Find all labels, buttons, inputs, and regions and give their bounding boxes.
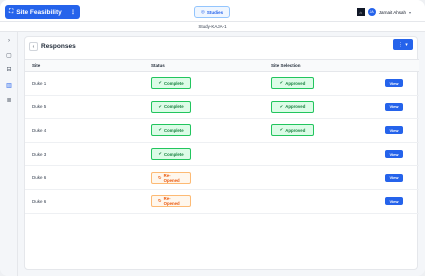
status-badge: ↻ Re-Opened [151,171,191,184]
check-icon: ✔ [279,127,284,133]
reopen-icon: ↻ [158,198,162,204]
back-button[interactable]: ‹ [29,42,38,51]
site-feasibility-button[interactable]: ⛶ Site Feasibility ⋮ [5,5,80,19]
studies-label: Studies [206,9,224,15]
status-badge: ✔ Complete [151,100,191,113]
status-cell: ✔ Complete [144,95,264,120]
status-cell: ✔ Complete [144,142,264,167]
selection-badge: ✔ Approved [271,100,314,113]
user-menu[interactable]: ⌂ JA Jarnait Ahsah ▾ [356,6,411,18]
site-selection-cell [264,189,378,214]
responses-panel: ‹ Responses ⋮ ▾ Site Status Site Selecti… [24,36,419,270]
site-name: Duke 6 [25,189,144,214]
table-row: Duke 1 ✔ Complete ✔ Approved View [25,71,419,96]
site-selection-cell [264,165,378,190]
actions-menu-button[interactable]: ⋮ ▾ [393,39,413,50]
status-badge: ✔ Complete [151,148,191,161]
page-title: Responses [41,43,76,50]
table-row: Duke 5 ✔ Complete ✔ Approved View [25,95,419,120]
sidebar-expand-icon[interactable]: › [4,36,14,46]
check-icon: ✔ [279,80,284,86]
status-label: Re-Opened [163,196,180,207]
status-label: Re-Opened [163,172,180,183]
selection-badge: ✔ Approved [271,77,314,90]
actions-cell: View [378,165,419,190]
table-row: Duke 6 ↻ Re-Opened View [25,165,419,190]
view-button[interactable]: View [385,150,403,159]
brand-label: Site Feasibility [16,8,62,16]
studies-button[interactable]: ◎ Studies [194,6,230,18]
site-selection-cell [264,142,378,167]
org-logo-icon: ⌂ [356,8,365,16]
status-label: Complete [164,151,184,157]
view-button[interactable]: View [385,173,403,182]
table-row: Duke 4 ✔ Complete ✔ Approved View [25,118,419,143]
app-window: ⛶ Site Feasibility ⋮ ◎ Studies ⌂ JA Jarn… [0,0,425,276]
responses-table: Site Status Site Selection Duke 1 ✔ Comple… [25,59,419,214]
site-selection-cell: ✔ Approved [264,118,378,143]
check-icon: ✔ [279,103,284,109]
view-button[interactable]: View [385,102,403,111]
status-label: Complete [164,127,184,133]
avatar: JA [367,8,376,16]
check-icon: ✔ [158,80,163,86]
user-name: Jarnait Ahsah [378,9,406,15]
more-vertical-icon: ⋮ [398,41,404,48]
actions-cell: View [378,189,419,214]
check-icon: ✔ [158,127,163,133]
actions-cell: View [378,118,419,143]
status-label: Complete [164,80,184,86]
sidebar-item-documents-icon[interactable]: ▢ [4,50,14,60]
selection-label: Approved [285,80,306,86]
sidebar-item-analytics-icon[interactable]: ▥ [4,80,14,90]
actions-cell: View [378,95,419,120]
panel-header: ‹ Responses ⋮ ▾ [25,37,417,57]
check-icon: ✔ [158,151,163,157]
site-selection-cell: ✔ Approved [264,71,378,96]
sidebar-item-reports-icon[interactable]: ≣ [4,95,14,105]
status-label: Complete [164,104,184,110]
table-header-row: Site Status Site Selection [25,59,419,72]
site-name: Duke 4 [25,118,144,143]
selection-label: Approved [285,127,306,133]
view-button[interactable]: View [385,126,403,135]
status-badge: ✔ Complete [151,77,191,90]
status-cell: ✔ Complete [144,71,264,96]
check-icon: ✔ [158,103,163,109]
chevron-down-icon: ▾ [408,9,411,15]
studies-icon: ◎ [200,9,205,14]
site-name: Duke 3 [25,142,144,167]
status-cell: ↻ Re-Opened [144,165,264,190]
reopen-icon: ↻ [158,174,162,180]
column-header-site[interactable]: Site [25,59,144,72]
view-button[interactable]: View [385,79,403,88]
selection-badge: ✔ Approved [271,124,314,137]
study-label: Study-KAJA-1 [0,22,425,32]
column-header-status[interactable]: Status [144,59,264,72]
site-name: Duke 5 [25,95,144,120]
app-logo-icon: ⛶ [9,8,14,15]
actions-cell: View [378,142,419,167]
status-cell: ↻ Re-Opened [144,189,264,214]
status-badge: ✔ Complete [151,124,191,137]
chevron-down-icon: ▾ [405,41,408,48]
actions-cell: View [378,71,419,96]
site-selection-cell: ✔ Approved [264,95,378,120]
top-bar: ⛶ Site Feasibility ⋮ ◎ Studies ⌂ JA Jarn… [0,0,425,22]
table-row: Duke 3 ✔ Complete View [25,142,419,167]
sidebar: › ▢ ⊟ ▥ ≣ [0,32,18,276]
status-cell: ✔ Complete [144,118,264,143]
table-row: Duke 6 ↻ Re-Opened View [25,189,419,214]
more-vertical-icon: ⋮ [70,9,76,16]
sidebar-item-inbox-icon[interactable]: ⊟ [4,64,14,74]
view-button[interactable]: View [385,197,403,206]
site-name: Duke 6 [25,165,144,190]
site-name: Duke 1 [25,71,144,96]
selection-label: Approved [285,104,306,110]
status-badge: ↻ Re-Opened [151,195,191,208]
column-header-site-selection[interactable]: Site Selection [264,59,378,72]
column-header-actions [378,59,419,72]
